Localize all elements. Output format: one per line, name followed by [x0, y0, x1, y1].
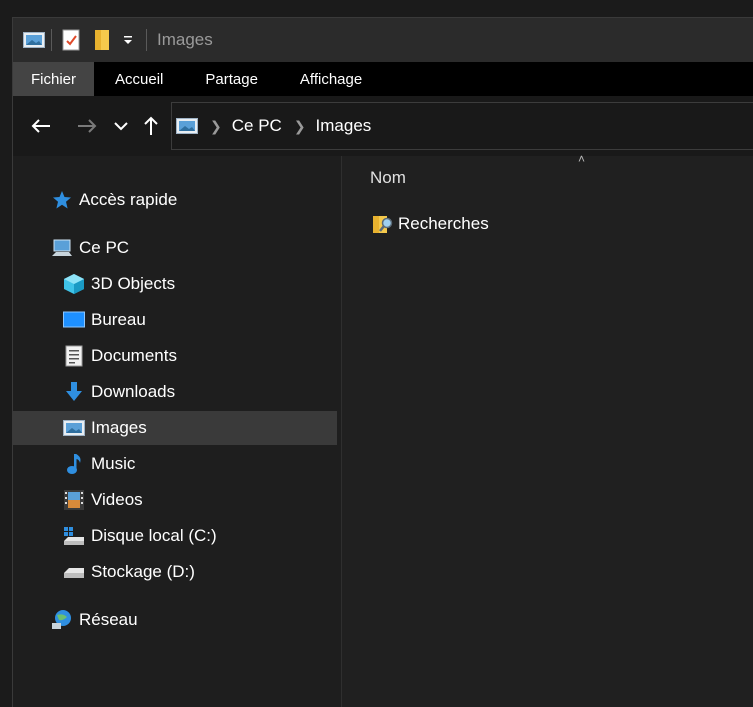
cube-icon	[63, 273, 85, 295]
search-folder-icon	[372, 213, 394, 235]
title-separator-2	[146, 29, 147, 51]
sidebar-item-label: Disque local (C:)	[91, 526, 217, 545]
sidebar-item-label: Images	[91, 418, 147, 437]
sort-ascending-icon: ˄	[578, 152, 586, 166]
computer-icon	[51, 237, 73, 259]
title-bar: Images	[13, 18, 753, 62]
explorer-window: Images Fichier Accueil Partage Affichage…	[12, 17, 753, 707]
sidebar-item-label: Music	[91, 454, 136, 473]
drive-icon	[63, 561, 85, 583]
sidebar-item-stockage[interactable]: Stockage (D:)	[13, 555, 337, 589]
desktop-icon	[63, 309, 85, 331]
tab-affichage[interactable]: Affichage	[279, 62, 383, 96]
title-separator	[51, 29, 52, 51]
sidebar-item-label: Documents	[91, 346, 177, 365]
recent-locations-button[interactable]	[109, 114, 133, 138]
sidebar-item-reseau[interactable]: Réseau	[13, 603, 337, 637]
star-icon	[51, 189, 73, 211]
chevron-right-icon[interactable]: ❯	[294, 118, 306, 135]
column-header-name[interactable]: Nom	[370, 168, 406, 188]
sidebar-item-downloads[interactable]: Downloads	[13, 375, 337, 409]
navigation-pane: Accès rapide Ce PC 3D Objects Bureau Doc…	[13, 156, 342, 707]
sidebar-item-label: Bureau	[91, 310, 146, 329]
window-title: Images	[157, 30, 213, 49]
download-arrow-icon	[63, 381, 85, 403]
forward-button[interactable]	[75, 114, 99, 138]
tab-accueil[interactable]: Accueil	[94, 62, 184, 96]
sidebar-item-ce-pc[interactable]: Ce PC	[13, 231, 337, 265]
properties-icon[interactable]	[62, 18, 80, 62]
sidebar-item-quick-access[interactable]: Accès rapide	[13, 183, 337, 217]
sidebar-item-label: Accès rapide	[79, 190, 178, 209]
sidebar-item-label: Videos	[91, 490, 143, 509]
sidebar-item-label: Réseau	[79, 610, 138, 629]
list-item-recherches[interactable]: Recherches	[372, 210, 489, 238]
sidebar-item-bureau[interactable]: Bureau	[13, 303, 337, 337]
new-folder-icon[interactable]	[94, 18, 110, 62]
breadcrumb-ce-pc[interactable]: Ce PC	[232, 116, 282, 136]
up-button[interactable]	[139, 114, 163, 138]
file-name: Recherches	[398, 214, 489, 233]
back-button[interactable]	[29, 114, 53, 138]
music-note-icon	[63, 453, 85, 475]
sidebar-item-3d-objects[interactable]: 3D Objects	[13, 267, 337, 301]
tab-fichier[interactable]: Fichier	[13, 62, 95, 96]
sidebar-item-videos[interactable]: Videos	[13, 483, 337, 517]
window-icon[interactable]	[23, 18, 45, 62]
address-bar[interactable]: ❯ Ce PC ❯ Images	[171, 102, 753, 150]
network-icon	[51, 609, 73, 631]
pictures-icon	[63, 417, 85, 439]
sidebar-item-disque-local[interactable]: Disque local (C:)	[13, 519, 337, 553]
sidebar-item-label: Stockage (D:)	[91, 562, 195, 581]
ribbon-tabs: Fichier Accueil Partage Affichage	[13, 62, 753, 96]
sidebar-item-label: Ce PC	[79, 238, 130, 257]
sidebar-item-label: 3D Objects	[91, 274, 176, 293]
images-location-icon	[176, 118, 198, 134]
film-icon	[63, 489, 85, 511]
tab-partage[interactable]: Partage	[184, 62, 279, 96]
sidebar-item-music[interactable]: Music	[13, 447, 337, 481]
sidebar-item-images[interactable]: Images	[13, 411, 337, 445]
customize-toolbar-icon[interactable]	[122, 18, 134, 62]
file-list-pane: ˄ Nom Recherches	[342, 152, 753, 707]
breadcrumb-images[interactable]: Images	[316, 116, 372, 136]
drive-icon	[63, 525, 85, 547]
navigation-bar: ❯ Ce PC ❯ Images	[13, 96, 753, 156]
chevron-right-icon[interactable]: ❯	[210, 118, 222, 135]
sidebar-item-label: Downloads	[91, 382, 176, 401]
sidebar-item-documents[interactable]: Documents	[13, 339, 337, 373]
document-icon	[63, 345, 85, 367]
